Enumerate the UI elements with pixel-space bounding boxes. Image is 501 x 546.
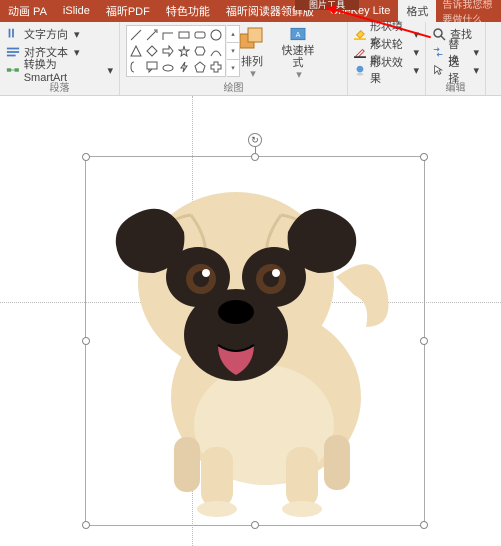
shape-fill-icon (354, 27, 366, 41)
shape-effects-icon (354, 63, 366, 77)
replace-icon (432, 45, 444, 59)
shapes-gallery[interactable] (126, 25, 226, 77)
align-text-icon (6, 45, 20, 59)
resize-handle[interactable] (251, 521, 259, 529)
dropdown-icon: ▾ (74, 28, 80, 41)
dropdown-icon: ▾ (473, 64, 479, 77)
shape-curve-icon[interactable] (209, 44, 223, 58)
pug-dog-image[interactable] (106, 177, 406, 517)
group-label-paragraph: 段落 (0, 79, 119, 94)
shape-arrow-icon[interactable] (145, 28, 159, 42)
find-icon (432, 27, 446, 41)
resize-handle[interactable] (82, 153, 90, 161)
shape-elbow-icon[interactable] (161, 28, 175, 42)
slide-canvas[interactable]: ↻ (0, 96, 501, 546)
smartart-icon (6, 63, 20, 77)
resize-handle[interactable] (251, 153, 259, 161)
group-label-drawing: 绘图 (120, 79, 347, 94)
select-icon (432, 63, 444, 77)
arrange-icon (238, 26, 266, 54)
quick-styles-button[interactable]: A 快速样式▾ (278, 25, 318, 81)
dropdown-icon: ▾ (413, 46, 419, 59)
shape-star-icon[interactable] (177, 44, 191, 58)
shape-roundrect-icon[interactable] (193, 28, 207, 42)
shape-rightarrow-icon[interactable] (161, 44, 175, 58)
shape-rect-icon[interactable] (177, 28, 191, 42)
dropdown-icon: ▾ (473, 46, 479, 59)
shape-effects-button[interactable]: 形状效果▾ (354, 61, 419, 79)
shape-triangle-icon[interactable] (129, 44, 143, 58)
tab-animation-pa[interactable]: 动画 PA (0, 0, 55, 22)
shape-callout-icon[interactable] (145, 60, 159, 74)
ribbon-tabs: 动画 PA iSlide 福昕PDF 特色功能 福昕阅读器领鲜版 OneKey … (0, 0, 501, 22)
resize-handle[interactable] (420, 337, 428, 345)
text-direction-button[interactable]: 文字方向▾ (6, 25, 113, 43)
shape-plus-icon[interactable] (209, 60, 223, 74)
shape-line-icon[interactable] (129, 28, 143, 42)
convert-smartart-button[interactable]: 转换为 SmartArt▾ (6, 61, 113, 79)
shape-hexagon-icon[interactable] (193, 44, 207, 58)
tab-foxit-pdf[interactable]: 福昕PDF (98, 0, 158, 22)
select-button[interactable]: 选择▾ (432, 61, 479, 79)
tab-islide[interactable]: iSlide (55, 0, 98, 22)
rotate-handle[interactable]: ↻ (248, 133, 262, 147)
resize-handle[interactable] (82, 521, 90, 529)
resize-handle[interactable] (82, 337, 90, 345)
selection-box[interactable]: ↻ (85, 156, 425, 526)
quick-styles-icon: A (284, 25, 312, 43)
tab-special[interactable]: 特色功能 (158, 0, 218, 22)
group-label-edit: 编辑 (426, 79, 485, 94)
shapes-gallery-expand[interactable]: ▴▾▾ (227, 25, 240, 77)
shape-outline-icon (354, 45, 366, 59)
ribbon: 文字方向▾ 对齐文本▾ 转换为 SmartArt▾ 段落 (0, 22, 501, 96)
text-direction-icon (6, 27, 20, 41)
shape-circle-icon[interactable] (209, 28, 223, 42)
dropdown-icon: ▾ (107, 64, 113, 77)
shape-pentagon-icon[interactable] (193, 60, 207, 74)
dropdown-icon: ▾ (413, 64, 419, 77)
shape-diamond-icon[interactable] (145, 44, 159, 58)
resize-handle[interactable] (420, 153, 428, 161)
shape-brace-icon[interactable] (129, 60, 143, 74)
resize-handle[interactable] (420, 521, 428, 529)
shape-cloud-icon[interactable] (161, 60, 175, 74)
shape-lightning-icon[interactable] (177, 60, 191, 74)
svg-text:A: A (296, 32, 301, 39)
